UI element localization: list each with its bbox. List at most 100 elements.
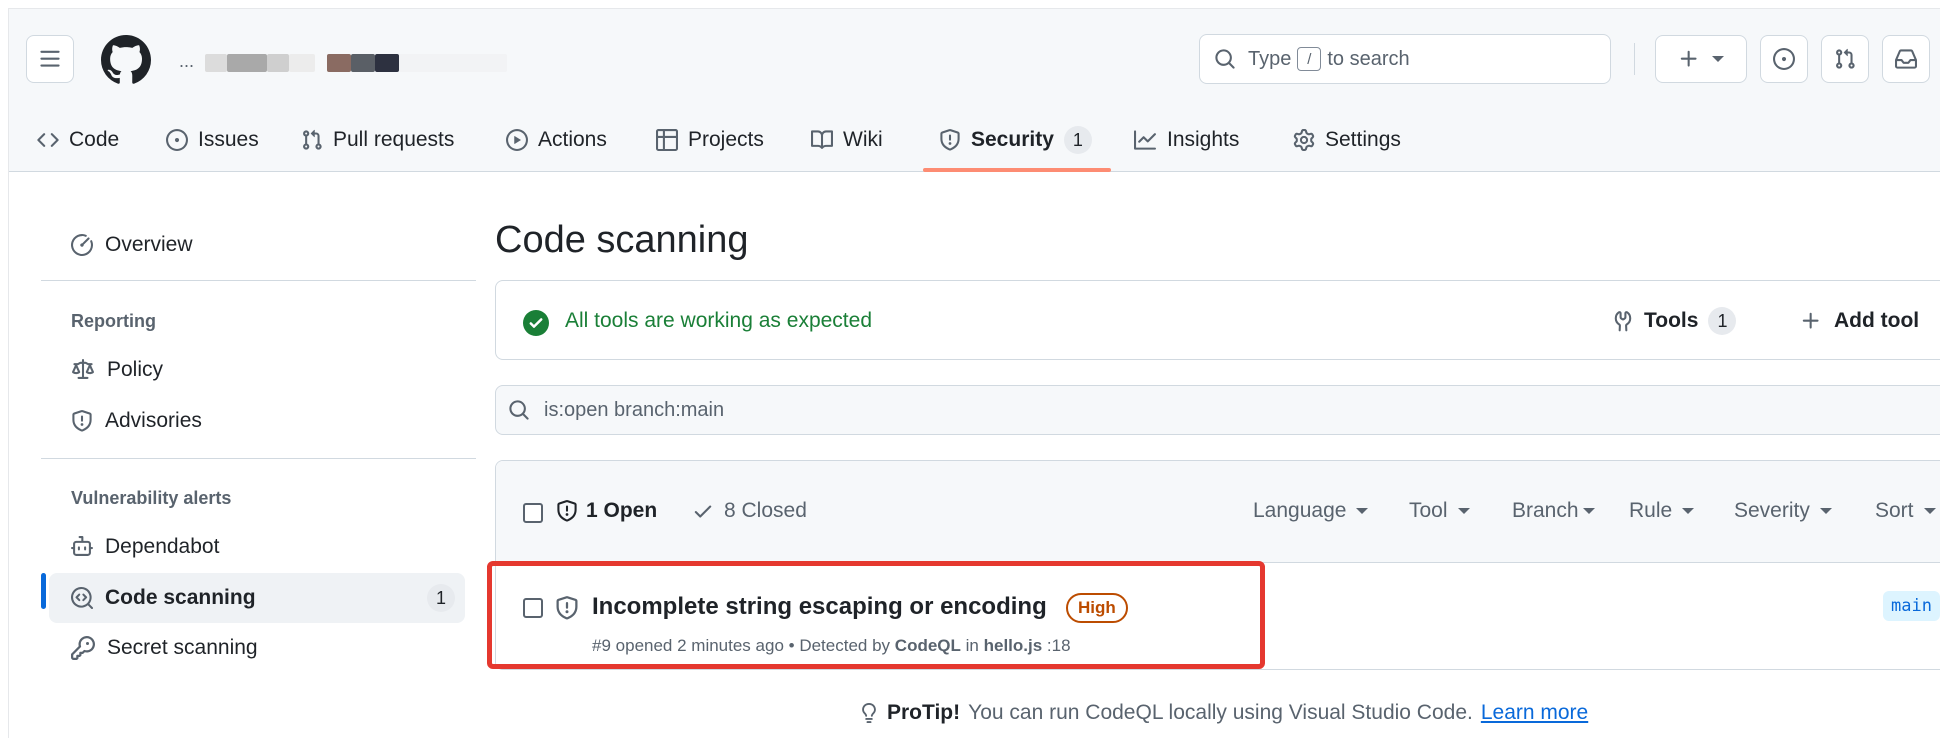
sidebar-item-code-scanning[interactable]: Code scanning 1 — [49, 573, 465, 623]
sort-label: Sort — [1875, 499, 1914, 522]
alert-title-link[interactable]: Incomplete string escaping or encoding — [592, 593, 1047, 621]
alert-row[interactable]: Incomplete string escaping or encoding H… — [496, 563, 1940, 669]
sidebar-item-advisories[interactable]: Advisories — [49, 396, 465, 446]
open-alerts-label: 1 Open — [586, 499, 658, 522]
tab-projects-label: Projects — [688, 128, 764, 151]
redacted-repo-name[interactable] — [327, 54, 507, 72]
search-input[interactable]: Type / to search — [1199, 34, 1611, 84]
protip-label: ProTip! — [887, 701, 961, 724]
tools-icon — [1614, 311, 1632, 332]
codescan-icon — [71, 587, 93, 609]
notifications-button[interactable] — [1882, 35, 1930, 83]
table-icon — [656, 129, 678, 151]
sidebar-item-code-scanning-label: Code scanning — [105, 586, 256, 609]
sidebar-item-overview[interactable]: Overview — [49, 220, 465, 270]
tab-insights-label: Insights — [1167, 128, 1240, 151]
alerts-list: 1 Open 8 Closed Language Tool Branch Rul… — [495, 460, 1940, 670]
tab-issues-label: Issues — [198, 128, 259, 151]
sidebar-item-overview-label: Overview — [105, 233, 193, 256]
search-shortcut-key: / — [1297, 47, 1322, 71]
select-all-checkbox[interactable] — [523, 503, 543, 523]
tab-actions-label: Actions — [538, 128, 607, 151]
sidebar-heading-reporting: Reporting — [71, 311, 156, 331]
key-icon — [71, 636, 95, 660]
alert-file-link[interactable]: hello.js — [984, 636, 1043, 655]
github-logo-icon[interactable] — [101, 35, 151, 85]
in-word: in — [965, 636, 979, 655]
tool-filter-dropdown[interactable]: Tool — [1409, 499, 1470, 523]
tab-security[interactable]: Security 1 — [939, 109, 1092, 171]
open-alerts-filter[interactable]: 1 Open — [556, 499, 657, 523]
tab-issues[interactable]: Issues — [166, 109, 259, 171]
add-tool-label: Add tool — [1834, 309, 1920, 332]
selected-tab-underline — [923, 168, 1111, 172]
shield-icon — [72, 410, 92, 432]
create-new-button[interactable] — [1655, 35, 1747, 83]
severity-badge: High — [1066, 593, 1128, 623]
chevron-down-icon — [1923, 508, 1936, 514]
sidebar-item-secret-scanning-label: Secret scanning — [107, 636, 258, 659]
sort-dropdown[interactable]: Sort — [1875, 499, 1936, 523]
plus-icon — [1680, 50, 1697, 67]
check-icon — [694, 505, 712, 518]
alert-filter-input[interactable]: is:open branch:main — [495, 385, 1940, 435]
rule-filter-label: Rule — [1629, 499, 1673, 522]
branch-label[interactable]: main — [1883, 591, 1940, 621]
hamburger-icon — [40, 50, 60, 67]
alert-number: #9 — [592, 636, 611, 655]
shield-icon — [557, 500, 577, 522]
filter-query: is:open branch:main — [544, 398, 725, 421]
page-title: Code scanning — [495, 219, 749, 261]
tab-insights[interactable]: Insights — [1133, 109, 1239, 171]
code-scanning-count-badge: 1 — [427, 584, 455, 612]
alerts-list-header: 1 Open 8 Closed Language Tool Branch Rul… — [496, 461, 1940, 563]
alert-opened-time: opened 2 minutes ago — [615, 636, 784, 655]
closed-alerts-filter[interactable]: 8 Closed — [692, 499, 807, 523]
sidebar-item-secret-scanning[interactable]: Secret scanning — [49, 623, 465, 673]
gear-icon — [1293, 129, 1315, 151]
chevron-down-icon — [1819, 508, 1832, 514]
tools-button-label: Tools — [1644, 309, 1699, 332]
sidebar-divider — [41, 458, 476, 459]
sidebar-item-policy-label: Policy — [107, 358, 164, 381]
detected-by-tool: CodeQL — [894, 636, 961, 655]
search-placeholder-suffix: to search — [1327, 47, 1410, 70]
your-pull-requests-button[interactable] — [1821, 35, 1869, 83]
tab-code[interactable]: Code — [37, 109, 119, 171]
add-tool-button[interactable]: Add tool — [1800, 297, 1919, 345]
git-pull-request-icon — [1836, 48, 1855, 69]
book-icon — [811, 130, 833, 149]
your-issues-button[interactable] — [1760, 35, 1808, 83]
plus-icon — [1802, 312, 1819, 329]
redacted-owner-name[interactable] — [205, 54, 315, 72]
tab-wiki-label: Wiki — [843, 128, 883, 151]
branch-filter-dropdown[interactable]: Branch — [1512, 499, 1595, 523]
active-item-indicator — [41, 573, 46, 609]
chevron-down-icon — [1356, 508, 1369, 514]
language-filter-dropdown[interactable]: Language — [1253, 499, 1369, 523]
rule-filter-dropdown[interactable]: Rule — [1629, 499, 1695, 523]
global-header: ... Type / to search Code Issues Pull re… — [9, 9, 1940, 172]
protip-text: You can run CodeQL locally using Visual … — [968, 701, 1473, 724]
header-divider — [1634, 43, 1635, 75]
sidebar-item-dependabot[interactable]: Dependabot — [49, 522, 465, 572]
tools-button[interactable]: Tools 1 — [1612, 297, 1737, 345]
alert-line-number: :18 — [1046, 636, 1071, 655]
alert-checkbox[interactable] — [523, 598, 543, 618]
tab-settings[interactable]: Settings — [1293, 109, 1401, 171]
tools-status-box: All tools are working as expected Tools … — [495, 280, 1940, 360]
tab-wiki[interactable]: Wiki — [811, 109, 883, 171]
sidebar-item-advisories-label: Advisories — [105, 409, 202, 432]
tab-projects[interactable]: Projects — [656, 109, 764, 171]
tab-actions[interactable]: Actions — [506, 109, 607, 171]
sidebar-item-policy[interactable]: Policy — [49, 345, 465, 395]
alert-metadata: #9 opened 2 minutes ago • Detected by Co… — [592, 636, 1071, 656]
code-icon — [37, 133, 59, 147]
severity-filter-dropdown[interactable]: Severity — [1734, 499, 1832, 523]
meta-separator: • — [788, 636, 795, 655]
tab-pull-requests[interactable]: Pull requests — [301, 109, 454, 171]
learn-more-link[interactable]: Learn more — [1481, 701, 1588, 725]
issue-opened-icon — [1773, 48, 1795, 70]
menu-button[interactable] — [26, 35, 74, 83]
protip: ProTip! You can run CodeQL locally using… — [859, 701, 1588, 725]
